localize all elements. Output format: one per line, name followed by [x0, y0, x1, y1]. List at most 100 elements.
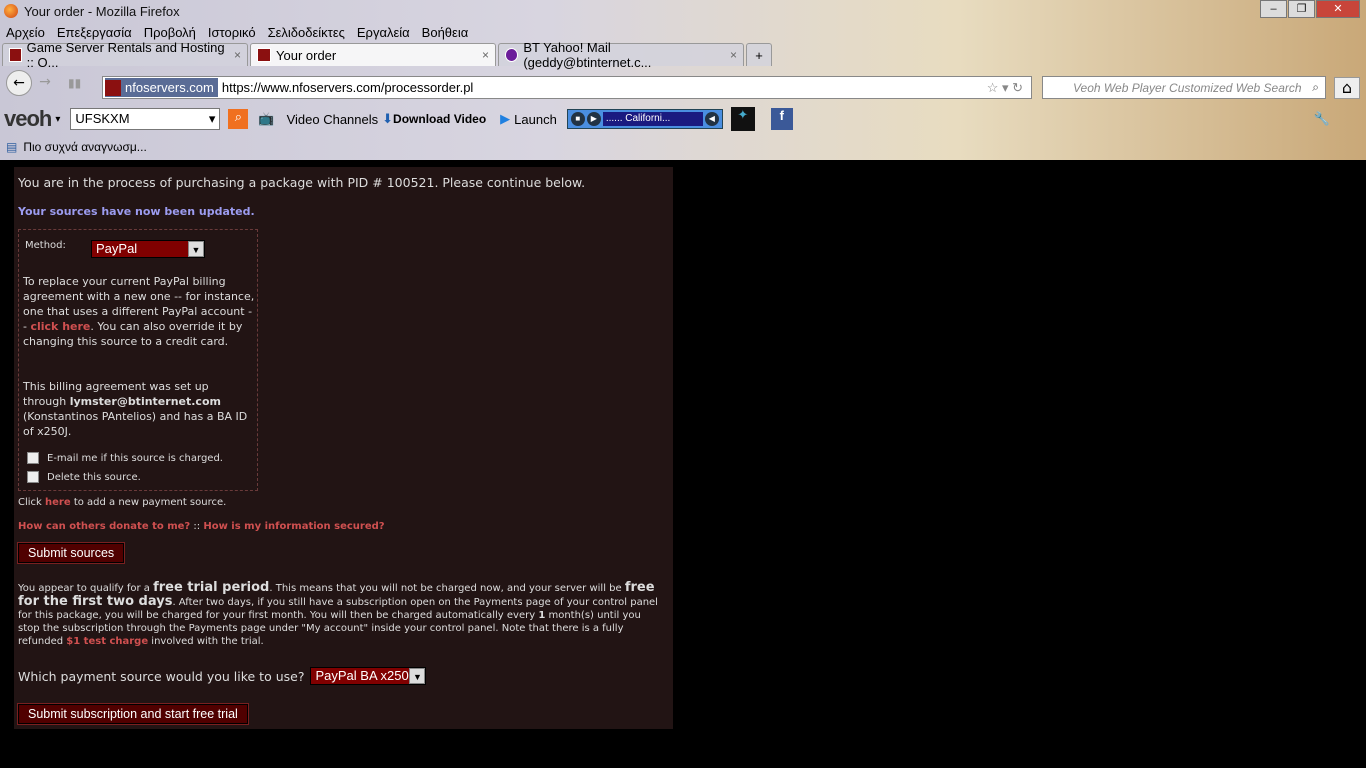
trial-text-1: You appear to qualify for a: [18, 583, 154, 594]
facebook-icon[interactable]: f: [770, 108, 793, 130]
minimize-button[interactable]: –: [1260, 0, 1287, 18]
yahoo-icon: [505, 48, 519, 62]
stop-icon[interactable]: ■: [570, 112, 585, 126]
tab-game-server[interactable]: Game Server Rentals and Hosting :: O... ×: [2, 40, 248, 70]
method-value: PayPal: [96, 241, 138, 256]
test-charge-link[interactable]: $1 test charge: [66, 636, 148, 647]
search-placeholder: Veoh Web Player Customized Web Search: [1073, 80, 1302, 95]
new-tab-button[interactable]: +: [746, 43, 772, 66]
bookmark-most-visited[interactable]: Πιο συχνά αναγνωσμ...: [23, 140, 146, 154]
payment-source-select[interactable]: PayPal BA x250J ▼: [310, 667, 427, 685]
url-text[interactable]: https://www.nfoservers.com/processorder.…: [222, 80, 473, 95]
wrench-icon[interactable]: 🔧: [1314, 111, 1330, 127]
veoh-search-input[interactable]: UFSKXM: [70, 108, 221, 130]
bookmark-star-icon[interactable]: ☆ ▾ ↻: [987, 80, 1023, 96]
search-input[interactable]: Veoh Web Player Customized Web Search ⌕: [1042, 76, 1326, 99]
firefox-icon: [4, 4, 18, 18]
veoh-logo[interactable]: veoh: [4, 106, 52, 132]
click-text: Click: [18, 497, 46, 508]
volume-icon[interactable]: ◀: [704, 112, 719, 126]
trial-text-2: . This means that you will not be charge…: [269, 583, 625, 594]
search-icon[interactable]: ⌕: [1312, 80, 1319, 95]
track-select[interactable]: ...... Californi...: [602, 112, 703, 126]
launch-button[interactable]: Launch: [514, 112, 557, 127]
add-source-link[interactable]: here: [45, 497, 71, 508]
download-icon: ⬇: [382, 111, 394, 126]
tab-label: BT Yahoo! Mail (geddy@btinternet.c...: [523, 40, 652, 70]
close-tab-icon[interactable]: ×: [482, 48, 489, 62]
trial-text-5: involved with the trial.: [148, 636, 264, 647]
replace-text: To replace your current PayPal billing a…: [23, 274, 255, 349]
trial-highlight-1: free trial period: [153, 580, 270, 595]
download-video-button[interactable]: Download Video: [393, 112, 486, 126]
close-tab-icon[interactable]: ×: [730, 48, 737, 62]
separator: ::: [190, 521, 204, 532]
dropdown-arrow-icon[interactable]: ▼: [409, 668, 426, 684]
menu-history[interactable]: Ιστορικό: [208, 25, 256, 40]
billing-agreement-text: This billing agreement was set up throug…: [23, 379, 255, 439]
menu-bookmarks[interactable]: Σελιδοδείκτες: [268, 25, 345, 40]
method-select[interactable]: PayPal ▼: [91, 240, 205, 258]
menu-view[interactable]: Προβολή: [144, 25, 196, 40]
play-icon: ▶: [500, 111, 511, 126]
site-identity[interactable]: nfoservers.com: [105, 78, 218, 97]
add-source-label: to add a new payment source.: [70, 497, 227, 508]
security-link[interactable]: How is my information secured?: [203, 521, 384, 532]
tab-yahoo-mail[interactable]: BT Yahoo! Mail (geddy@btinternet.c... ×: [498, 40, 744, 70]
menu-file[interactable]: Αρχείο: [6, 25, 45, 40]
window-title: Your order - Mozilla Firefox: [24, 3, 180, 19]
submit-trial-button[interactable]: Submit subscription and start free trial: [17, 703, 249, 725]
delete-source-label: Delete this source.: [47, 471, 141, 483]
site-favicon: [105, 79, 121, 96]
email-me-label: E-mail me if this source is charged.: [47, 452, 223, 464]
title-bar: Your order - Mozilla Firefox – ❐ ✕: [0, 0, 1366, 22]
submit-sources-button[interactable]: Submit sources: [16, 542, 126, 564]
payment-source-question: Which payment source would you like to u…: [18, 667, 427, 685]
delete-source-checkbox-row[interactable]: Delete this source.: [27, 471, 141, 483]
veoh-toolbar: veoh▾ UFSKXM ⌕ 📺 Video Channels ⬇ Downlo…: [0, 106, 1366, 132]
close-tab-icon[interactable]: ×: [234, 48, 241, 62]
intro-text: You are in the process of purchasing a p…: [18, 175, 586, 190]
home-button[interactable]: ⌂: [1334, 77, 1360, 99]
payment-source-box: Method: PayPal ▼ To replace your current …: [18, 229, 258, 491]
veoh-search-icon[interactable]: ⌕: [228, 109, 249, 129]
menu-help[interactable]: Βοήθεια: [422, 25, 469, 40]
maximize-button[interactable]: ❐: [1288, 0, 1315, 18]
email-me-checkbox[interactable]: [27, 452, 39, 464]
method-label: Method:: [25, 240, 66, 251]
click-here-link[interactable]: click here: [30, 320, 90, 333]
bookmark-folder-icon: ▤: [6, 140, 18, 154]
forward-button[interactable]: →: [32, 70, 58, 96]
help-links: How can others donate to me? :: How is m…: [18, 521, 385, 532]
dropdown-arrow-icon[interactable]: ▼: [188, 241, 204, 257]
tab-label: Game Server Rentals and Hosting :: O...: [26, 40, 225, 70]
tab-bar: Game Server Rentals and Hosting :: O... ×…: [0, 40, 1366, 70]
donate-link[interactable]: How can others donate to me?: [18, 521, 190, 532]
twitter-icon[interactable]: ✦: [730, 107, 755, 131]
payment-source-value: PayPal BA x250J: [315, 668, 416, 683]
favicon: [257, 48, 271, 62]
tv-icon: 📺: [258, 111, 275, 126]
back-button[interactable]: ←: [6, 70, 32, 96]
add-source-text: Click here to add a new payment source.: [18, 497, 226, 508]
tab-label: Your order: [276, 47, 337, 63]
menu-tools[interactable]: Εργαλεία: [357, 25, 410, 40]
favicon: [9, 48, 22, 62]
sources-updated-message: Your sources have now been updated.: [18, 205, 255, 218]
free-trial-text: You appear to qualify for a free trial p…: [18, 581, 663, 648]
play-button-icon[interactable]: ▶: [586, 112, 601, 126]
identity-label: nfoservers.com: [125, 80, 214, 95]
tab-your-order[interactable]: Your order ×: [250, 43, 496, 66]
video-channels-menu[interactable]: Video Channels: [287, 112, 379, 127]
delete-source-checkbox[interactable]: [27, 471, 39, 483]
bookmarks-bar: ▤ Πιο συχνά αναγνωσμ...: [0, 137, 147, 157]
media-player: ■ ▶ ...... Californi... ◀: [566, 109, 723, 129]
close-button[interactable]: ✕: [1316, 0, 1360, 18]
menu-edit[interactable]: Επεξεργασία: [57, 25, 132, 40]
email-me-checkbox-row[interactable]: E-mail me if this source is charged.: [27, 452, 223, 464]
url-bar[interactable]: nfoservers.com https://www.nfoservers.co…: [102, 76, 1032, 99]
order-panel: You are in the process of purchasing a p…: [14, 167, 673, 729]
feed-icon[interactable]: ▮▮: [68, 76, 81, 90]
ba-email: lymster@btinternet.com: [69, 395, 221, 408]
menu-bar: Αρχείο Επεξεργασία Προβολή Ιστορικό Σελι…: [0, 22, 1366, 42]
